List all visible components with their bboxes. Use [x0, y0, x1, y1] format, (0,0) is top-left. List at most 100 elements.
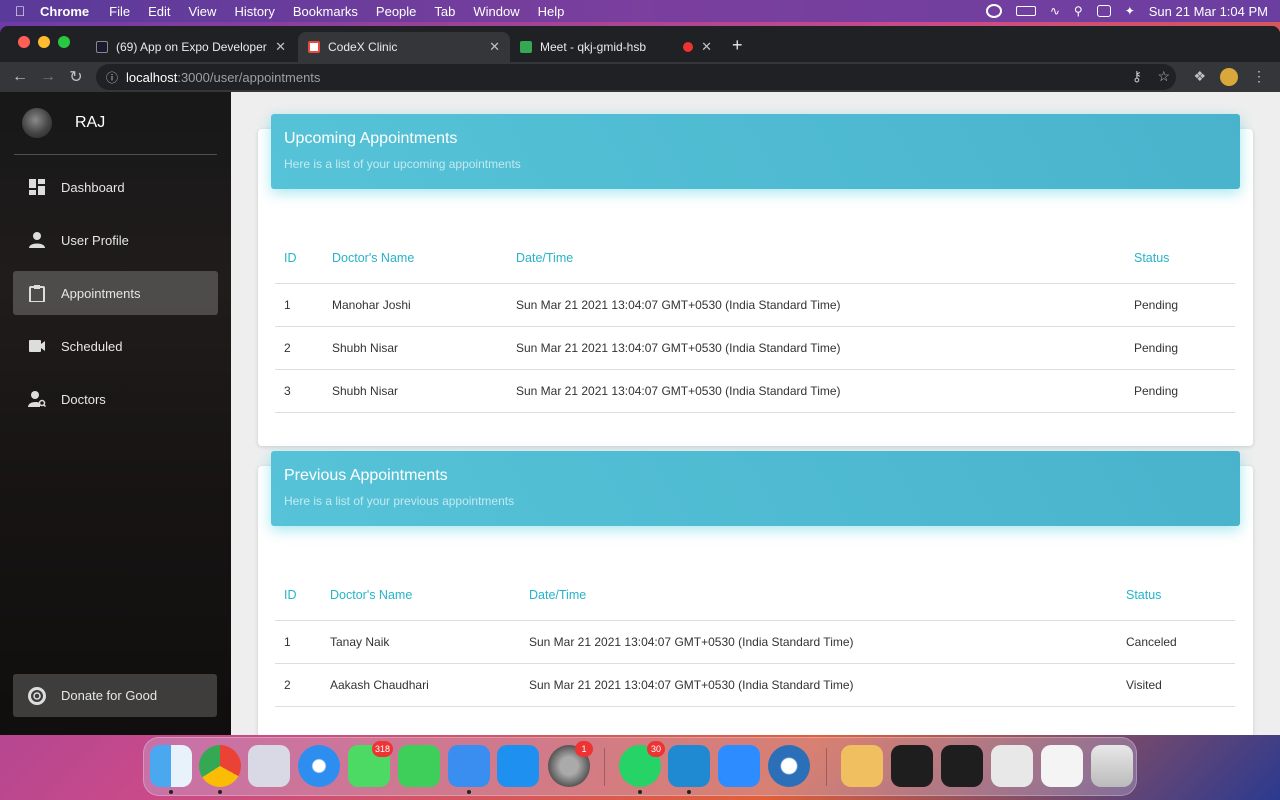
donate-button[interactable]: Donate for Good — [13, 674, 217, 717]
previous-appointments-card: Previous Appointments Here is a list of … — [258, 451, 1253, 735]
lifebuoy-icon — [27, 686, 47, 706]
wifi-icon[interactable]: ∿ — [1050, 4, 1060, 18]
column-id: ID — [275, 233, 323, 284]
zoom-window-button[interactable] — [58, 36, 70, 48]
donate-label: Donate for Good — [61, 688, 158, 703]
expo-favicon-icon — [96, 41, 108, 53]
cell-status: Visited — [1117, 663, 1235, 707]
vscode-icon[interactable] — [668, 745, 710, 787]
key-icon[interactable]: ⚷ — [1132, 68, 1142, 85]
site-info-icon[interactable]: ⓘ — [106, 69, 118, 86]
browser-toolbar: ← → ↻ ⓘ localhost :3000/user/appointment… — [0, 62, 1280, 92]
macos-dock: 318 1 30 — [143, 737, 1137, 796]
menu-app-name[interactable]: Chrome — [40, 4, 89, 19]
close-window-button[interactable] — [18, 36, 30, 48]
menu-window[interactable]: Window — [473, 4, 519, 19]
macos-menubar:  Chrome File Edit View History Bookmark… — [0, 0, 1280, 22]
spotlight-search-icon[interactable]: ⚲ — [1074, 4, 1083, 18]
extensions-icon[interactable]: ❖ — [1193, 68, 1206, 85]
upcoming-title: Upcoming Appointments — [284, 130, 458, 147]
forward-button[interactable]: → — [34, 68, 62, 86]
sidebar-item-appointments[interactable]: Appointments — [13, 271, 218, 315]
cell-id: 2 — [275, 663, 321, 707]
close-tab-icon[interactable]: ✕ — [489, 39, 500, 55]
minimize-window-button[interactable] — [38, 36, 50, 48]
menu-people[interactable]: People — [376, 4, 416, 19]
menu-help[interactable]: Help — [538, 4, 565, 19]
cell-doctor-name: Shubh Nisar — [323, 369, 507, 413]
tab-codex-clinic[interactable]: CodeX Clinic ✕ — [298, 32, 510, 62]
menu-edit[interactable]: Edit — [148, 4, 170, 19]
sidebar-item-user-profile[interactable]: User Profile — [13, 218, 218, 262]
column-status: Status — [1125, 233, 1235, 284]
menu-history[interactable]: History — [234, 4, 274, 19]
running-indicator — [687, 790, 691, 794]
minimized-vscode-window-icon[interactable] — [891, 745, 933, 787]
minimized-whatsapp-window-icon[interactable] — [1041, 745, 1083, 787]
reload-button[interactable]: ↻ — [62, 67, 90, 87]
cell-status: Pending — [1125, 326, 1235, 370]
apple-menu-icon[interactable]:  — [0, 3, 40, 19]
video-icon — [27, 336, 47, 356]
tab-expo[interactable]: (69) App on Expo Developer To ✕ — [86, 32, 296, 62]
cell-date-time: Sun Mar 21 2021 13:04:07 GMT+0530 (India… — [520, 663, 1117, 707]
menu-bookmarks[interactable]: Bookmarks — [293, 4, 358, 19]
table-row: 2 Aakash Chaudhari Sun Mar 21 2021 13:04… — [275, 663, 1235, 707]
minimized-chrome-window-icon[interactable] — [991, 745, 1033, 787]
siri-icon[interactable]: ✦ — [1125, 4, 1135, 18]
profile-avatar-icon[interactable] — [1220, 68, 1238, 86]
address-bar[interactable]: ⓘ localhost :3000/user/appointments — [96, 64, 1176, 90]
xcode-instruments-icon[interactable] — [448, 745, 490, 787]
trash-icon[interactable] — [1091, 745, 1133, 787]
chrome-menu-icon[interactable]: ⋮ — [1252, 68, 1266, 85]
minimized-window-icon[interactable] — [841, 745, 883, 787]
browser-window: (69) App on Expo Developer To ✕ CodeX Cl… — [0, 26, 1280, 735]
launchpad-icon[interactable] — [248, 745, 290, 787]
back-button[interactable]: ← — [6, 68, 34, 86]
close-tab-icon[interactable]: ✕ — [701, 39, 712, 55]
upcoming-subtitle: Here is a list of your upcoming appointm… — [284, 157, 521, 171]
menubar-clock[interactable]: Sun 21 Mar 1:04 PM — [1149, 4, 1268, 19]
quicktime-icon[interactable] — [768, 745, 810, 787]
menu-tab[interactable]: Tab — [434, 4, 455, 19]
menu-view[interactable]: View — [188, 4, 216, 19]
minimized-vscode-window-icon[interactable] — [941, 745, 983, 787]
finder-icon[interactable] — [150, 745, 192, 787]
sidebar-item-scheduled[interactable]: Scheduled — [13, 324, 218, 368]
safari-icon[interactable] — [298, 745, 340, 787]
menu-file[interactable]: File — [109, 4, 130, 19]
close-tab-icon[interactable]: ✕ — [275, 39, 286, 55]
cell-doctor-name: Tanay Naik — [321, 620, 520, 664]
zoom-icon[interactable] — [718, 745, 760, 787]
clipboard-icon — [27, 283, 47, 303]
sidebar-item-label: Doctors — [61, 391, 106, 407]
previous-subtitle: Here is a list of your previous appointm… — [284, 494, 515, 508]
sidebar-item-label: Dashboard — [61, 179, 125, 195]
control-center-icon[interactable] — [1096, 5, 1111, 17]
column-doctor-name: Doctor's Name — [323, 233, 507, 284]
battery-icon[interactable] — [1015, 6, 1036, 16]
table-header-row: ID Doctor's Name Date/Time Status — [275, 570, 1235, 621]
tab-strip: (69) App on Expo Developer To ✕ CodeX Cl… — [0, 26, 1280, 62]
sidebar-item-doctors[interactable]: Doctors — [13, 377, 218, 421]
app-store-icon[interactable] — [497, 745, 539, 787]
sidebar-user-header: RAJ — [0, 92, 231, 154]
tab-meet[interactable]: Meet - qkj-gmid-hsb ✕ — [510, 32, 722, 62]
bookmark-star-icon[interactable]: ☆ — [1157, 68, 1170, 85]
dock-separator — [604, 748, 605, 786]
column-date-time: Date/Time — [520, 570, 1117, 621]
chrome-icon[interactable] — [199, 745, 241, 787]
column-date-time: Date/Time — [507, 233, 1125, 284]
cell-id: 1 — [275, 620, 321, 664]
cell-doctor-name: Manohar Joshi — [323, 283, 507, 327]
sidebar-item-dashboard[interactable]: Dashboard — [13, 165, 218, 209]
facetime-icon[interactable] — [398, 745, 440, 787]
user-name: RAJ — [75, 114, 106, 131]
clinic-favicon-icon — [308, 41, 320, 53]
cell-id: 3 — [275, 369, 323, 413]
new-tab-button[interactable]: + — [732, 35, 743, 56]
column-status: Status — [1117, 570, 1235, 621]
screen-record-icon[interactable] — [985, 4, 1002, 18]
person-search-icon — [27, 389, 47, 409]
cell-status: Pending — [1125, 283, 1235, 327]
